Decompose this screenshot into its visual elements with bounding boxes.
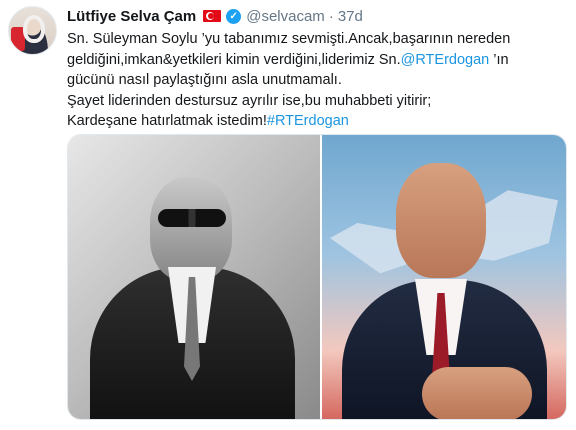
mention-link[interactable]: @RTErdogan [401,52,490,68]
metadata-separator: · [328,7,334,25]
user-handle[interactable]: @selvacam [246,8,325,25]
tweet-text-line-2-end: ’ın [489,51,509,68]
portrait-head-shape [395,163,486,278]
avatar-headscarf-detail [23,15,45,43]
tweet-card[interactable]: Lütfiye Selva Çam ✓ @selvacam · 37d Sn. … [0,0,576,430]
hashtag-link[interactable]: #RTErdogan [267,113,349,129]
tweet-timestamp[interactable]: 37d [338,8,363,25]
tweet-text-line-4: Şayet liderinden destursuz ayrılır ise,b… [67,92,432,109]
media-photo-right[interactable] [321,135,566,419]
tweet-text-line-2: geldiğini,imkan&yetkileri kimin verdiğin… [67,50,567,71]
verified-badge-icon: ✓ [226,8,242,24]
tweet-text-line-2-start: geldiğini,imkan&yetkileri kimin verdiğin… [67,51,401,68]
user-display-name[interactable]: Lütfiye Selva Çam [67,8,196,25]
sunglasses-shape [158,209,226,227]
tweet-text-line-3: gücünü nasıl paylaştığını asla unutmamal… [67,72,342,88]
media-photo-left[interactable] [68,135,320,419]
hand-on-chest-shape [421,367,532,419]
portrait-head-shape [150,177,232,281]
tweet-media[interactable] [67,134,567,420]
tweet-text-line-5: Kardeşane hatırlatmak istedim!#RTErdogan [67,111,567,132]
turkey-flag-icon [203,10,222,22]
tweet-text: Sn. Süleyman Soylu ’yu tabanımız sevmişt… [67,29,567,132]
tweet-text-line-1: Sn. Süleyman Soylu ’yu tabanımız sevmişt… [67,31,511,47]
tweet-header: Lütfiye Selva Çam ✓ @selvacam · 37d [67,6,363,26]
user-avatar[interactable] [8,6,57,55]
tweet-text-line-5-start: Kardeşane hatırlatmak istedim! [67,113,267,129]
